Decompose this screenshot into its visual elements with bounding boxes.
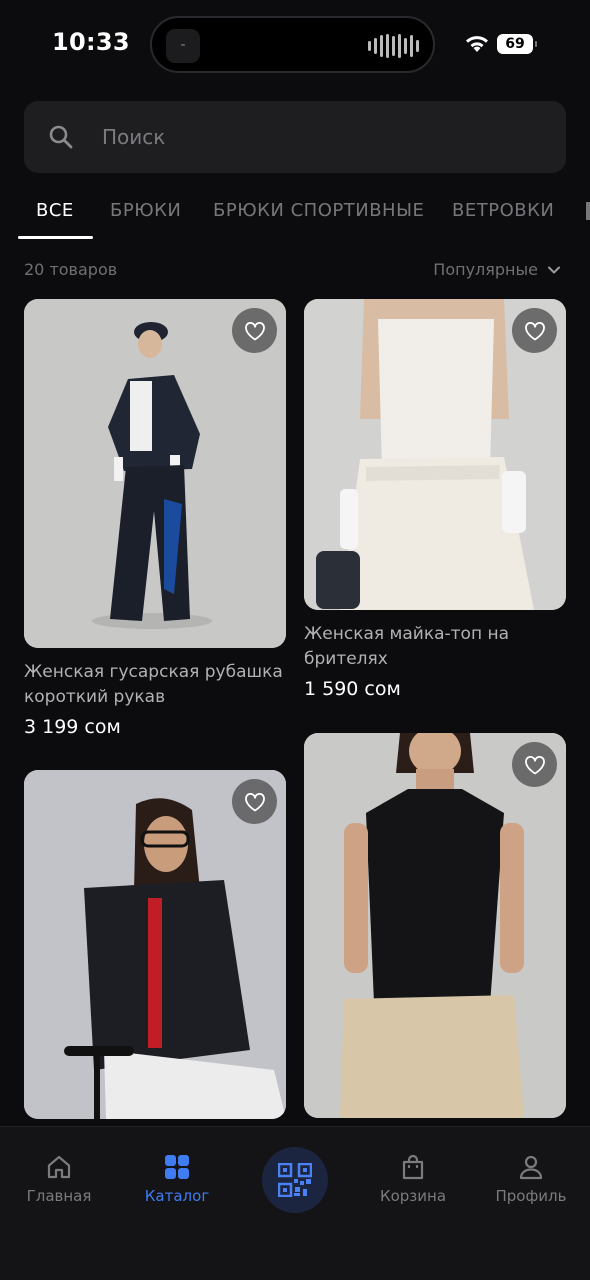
search-bar[interactable] bbox=[24, 101, 566, 173]
product-image[interactable] bbox=[304, 299, 566, 610]
heart-outline-icon bbox=[244, 792, 265, 811]
grid-icon bbox=[165, 1155, 189, 1179]
product-price: 3 199 сом bbox=[24, 716, 121, 738]
tab-all[interactable]: ВСЕ bbox=[36, 200, 74, 221]
qr-code-icon bbox=[278, 1163, 312, 1197]
product-card[interactable]: Женская гусарская рубашка короткий рукав… bbox=[24, 299, 286, 738]
nav-profile-label: Профиль bbox=[495, 1187, 567, 1205]
product-photo-figure bbox=[304, 733, 566, 1118]
product-name[interactable]: Женская майка-топ на брителях bbox=[304, 622, 566, 672]
product-image[interactable] bbox=[304, 733, 566, 1118]
tab-trousers[interactable]: БРЮКИ bbox=[110, 200, 181, 221]
product-count: 20 товаров bbox=[24, 260, 118, 279]
active-tab-indicator bbox=[18, 236, 93, 239]
sort-label: Популярные bbox=[433, 260, 538, 279]
nav-home-label: Главная bbox=[26, 1187, 92, 1205]
nav-profile[interactable]: Профиль bbox=[476, 1153, 586, 1205]
chevron-down-icon bbox=[548, 266, 560, 273]
heart-outline-icon bbox=[244, 321, 265, 340]
bottom-navigation: Главная Каталог Корзина Профиль bbox=[0, 1126, 590, 1280]
wifi-icon bbox=[466, 36, 488, 52]
favorite-button[interactable] bbox=[512, 742, 557, 787]
nav-cart-label: Корзина bbox=[379, 1187, 447, 1205]
nav-catalog[interactable]: Каталог bbox=[122, 1153, 232, 1205]
favorite-button[interactable] bbox=[232, 308, 277, 353]
product-card[interactable] bbox=[24, 770, 286, 1119]
product-card[interactable] bbox=[304, 733, 566, 1118]
qr-scan-button[interactable] bbox=[262, 1147, 328, 1213]
product-price: 1 590 сом bbox=[304, 678, 401, 700]
sort-dropdown[interactable]: Популярные bbox=[433, 260, 560, 279]
favorite-button[interactable] bbox=[512, 308, 557, 353]
product-card[interactable]: Женская майка-топ на брителях 1 590 сом bbox=[304, 299, 566, 700]
tab-sport-trousers[interactable]: БРЮКИ СПОРТИВНЫЕ bbox=[213, 200, 424, 221]
product-image[interactable] bbox=[24, 299, 286, 648]
status-bar: 10:33 - 69 bbox=[0, 0, 590, 90]
search-icon bbox=[49, 125, 73, 149]
search-input[interactable] bbox=[102, 119, 522, 155]
heart-outline-icon bbox=[524, 755, 545, 774]
island-app-icon: - bbox=[166, 29, 200, 63]
nav-cart[interactable]: Корзина bbox=[358, 1153, 468, 1205]
home-icon bbox=[47, 1155, 71, 1179]
heart-outline-icon bbox=[524, 321, 545, 340]
nav-catalog-label: Каталог bbox=[144, 1187, 210, 1205]
tab-overflow[interactable] bbox=[586, 202, 590, 220]
product-name[interactable]: Женская гусарская рубашка короткий рукав bbox=[24, 660, 286, 710]
shopping-bag-icon bbox=[402, 1154, 424, 1180]
tab-windbreakers[interactable]: ВЕТРОВКИ bbox=[452, 200, 554, 221]
battery-icon: 69 bbox=[497, 34, 537, 54]
category-tabs: ВСЕ БРЮКИ БРЮКИ СПОРТИВНЫЕ ВЕТРОВКИ bbox=[0, 190, 590, 240]
audio-wave-icon bbox=[368, 34, 419, 58]
product-image[interactable] bbox=[24, 770, 286, 1119]
favorite-button[interactable] bbox=[232, 779, 277, 824]
dynamic-island: - bbox=[150, 16, 435, 73]
user-icon bbox=[519, 1155, 543, 1180]
status-time: 10:33 bbox=[52, 28, 130, 56]
nav-home[interactable]: Главная bbox=[4, 1153, 114, 1205]
